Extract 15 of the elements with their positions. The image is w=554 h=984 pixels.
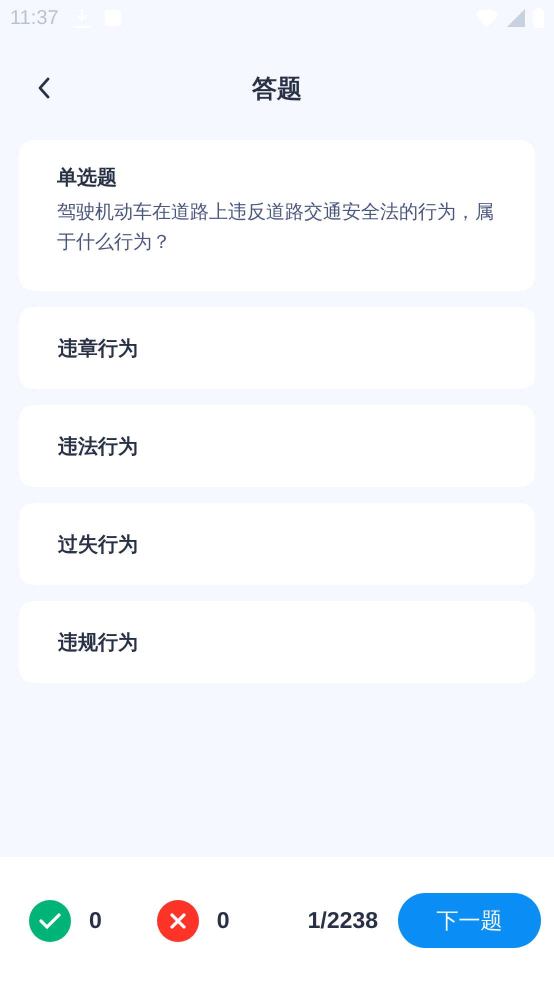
status-time: 11:37 [10,6,59,30]
progress-counter: 1/2238 [308,907,378,934]
answer-option[interactable]: 违规行为 [19,601,535,683]
back-icon [38,77,50,99]
answer-option[interactable]: 违法行为 [19,405,535,487]
signal-icon [507,9,525,27]
correct-check-icon [29,900,71,942]
correct-count: 0 [89,907,102,934]
answer-option[interactable]: 违章行为 [19,307,535,389]
wrong-cross-icon [156,900,199,942]
wrong-count: 0 [216,907,230,934]
question-type: 单选题 [57,164,118,191]
question-text: 驾驶机动车在道路上违反道路交通安全法的行为，属于什么行为？ [57,200,495,255]
answer-option[interactable]: 过失行为 [19,503,535,585]
page-title: 答题 [252,72,302,104]
